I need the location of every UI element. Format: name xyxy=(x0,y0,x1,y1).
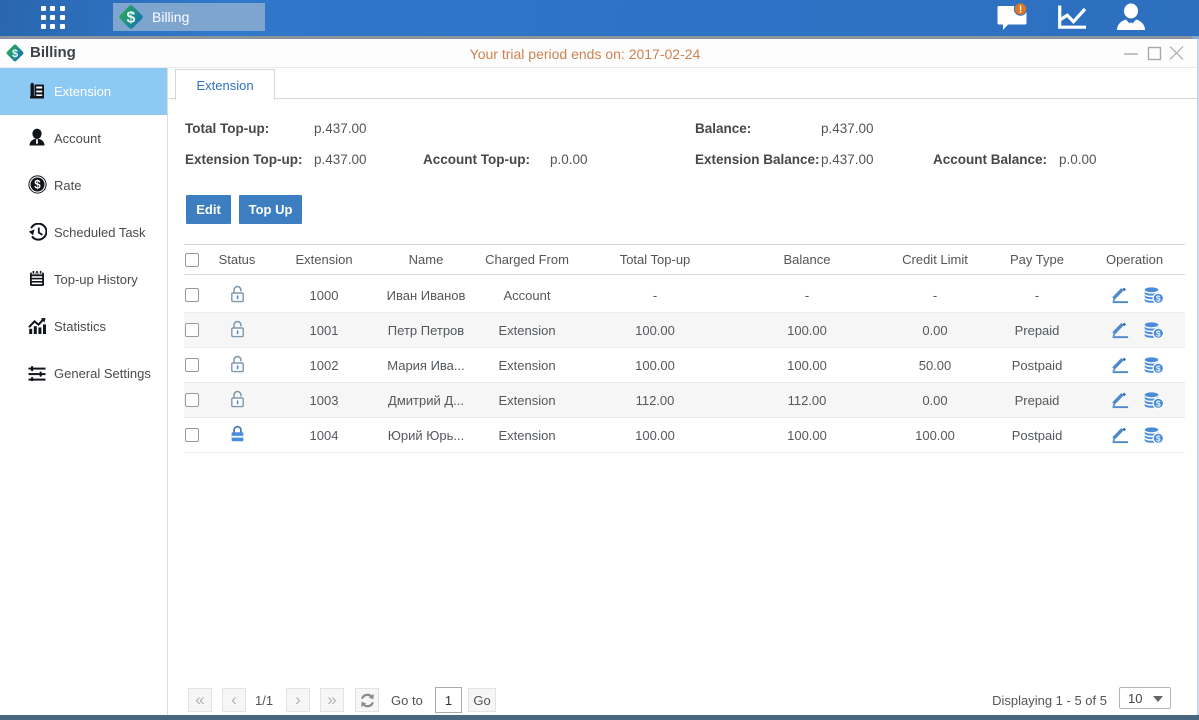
svg-text:$: $ xyxy=(1156,363,1161,373)
svg-text:$: $ xyxy=(127,10,136,27)
svg-text:$: $ xyxy=(1156,328,1161,338)
svg-text:$: $ xyxy=(1156,398,1161,408)
svg-text:$: $ xyxy=(34,180,41,192)
svg-text:$: $ xyxy=(1156,433,1161,443)
svg-text:$: $ xyxy=(1156,293,1161,303)
svg-text:!: ! xyxy=(1019,5,1022,16)
